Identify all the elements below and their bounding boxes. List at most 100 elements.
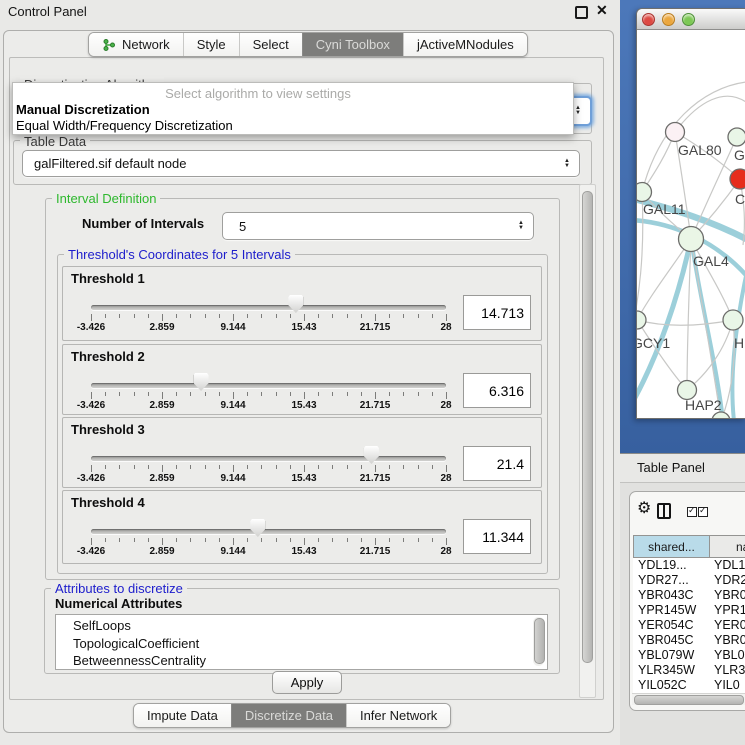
slider-major-tick <box>233 314 234 321</box>
table-cell[interactable]: YIL052C <box>638 678 687 693</box>
settings-scrollbar[interactable] <box>579 184 596 698</box>
slider-minor-tick <box>361 465 362 469</box>
tab-network[interactable]: Network <box>89 33 183 56</box>
dropdown-option-equal-width[interactable]: Equal Width/Frequency Discretization <box>16 118 233 133</box>
tab-style[interactable]: Style <box>183 33 239 56</box>
slider-track[interactable] <box>91 383 446 388</box>
node-table[interactable]: shared... na YDL19...YDL1YDR27...YDR2YBR… <box>633 535 745 699</box>
slider-tick-label: -3.426 <box>77 400 105 411</box>
network-canvas[interactable]: GAL80G.CGAL11GAL4GCY1HHAP2 <box>637 30 745 418</box>
slider-track[interactable] <box>91 456 446 461</box>
table-hscrollbar[interactable] <box>632 693 745 705</box>
slider-handle[interactable] <box>288 295 303 313</box>
slider-minor-tick <box>119 314 120 318</box>
table-cell[interactable]: YBR045C <box>638 633 694 648</box>
table-cell[interactable]: YBR0 <box>714 588 745 603</box>
attributes-scrollbar[interactable] <box>533 617 544 666</box>
table-header-row: shared... na <box>633 535 745 557</box>
dropdown-option-manual[interactable]: Manual Discretization <box>16 102 150 117</box>
table-cell[interactable]: YDR2 <box>714 573 745 588</box>
network-node[interactable] <box>637 183 652 202</box>
slider-handle[interactable] <box>250 519 265 537</box>
network-edge[interactable] <box>637 320 733 325</box>
table-cell[interactable]: YDL19... <box>638 558 687 573</box>
list-item[interactable]: SelfLoops <box>73 617 131 634</box>
table-cell[interactable]: YBR043C <box>638 588 694 603</box>
table-cell[interactable]: YPR1 <box>714 603 745 618</box>
close-traffic-light[interactable] <box>642 13 655 26</box>
table-cell[interactable]: YDR27... <box>638 573 689 588</box>
table-cell[interactable]: YBR0 <box>714 633 745 648</box>
cyni-mode-tabbar: Impute Data Discretize Data Infer Networ… <box>133 703 451 728</box>
table-data-combobox[interactable]: galFiltered.sif default node ▲▼ <box>22 150 580 177</box>
slider-minor-tick <box>105 538 106 542</box>
tab-infer-network[interactable]: Infer Network <box>346 704 450 727</box>
slider-tick-label: -3.426 <box>77 473 105 484</box>
slider-minor-tick <box>205 538 206 542</box>
scrollbar-thumb[interactable] <box>582 191 593 663</box>
slider-minor-tick <box>219 392 220 396</box>
table-cell[interactable]: YIL0 <box>714 678 740 693</box>
slider-minor-tick <box>290 538 291 542</box>
threshold-value-field[interactable]: 11.344 <box>463 519 531 554</box>
tab-select[interactable]: Select <box>239 33 302 56</box>
combo-arrows-icon: ▲▼ <box>575 106 581 116</box>
network-node[interactable] <box>679 227 704 252</box>
table-cell[interactable]: YER054C <box>638 618 694 633</box>
table-cell[interactable]: YBL0 <box>714 648 745 663</box>
threshold-value-field[interactable]: 21.4 <box>463 446 531 481</box>
numerical-attributes-list[interactable]: SelfLoopsTopologicalCoefficientBetweenne… <box>55 614 548 670</box>
checkbox-icon[interactable] <box>687 507 697 517</box>
slider-major-tick <box>233 392 234 399</box>
slider-major-tick <box>162 538 163 545</box>
slider-handle[interactable] <box>194 373 209 391</box>
threshold-value-field[interactable]: 14.713 <box>463 295 531 330</box>
num-intervals-label: Number of Intervals <box>82 216 204 231</box>
table-cell[interactable]: YLR3 <box>714 663 745 678</box>
table-cell[interactable]: YPR145W <box>638 603 696 618</box>
slider-minor-tick <box>361 392 362 396</box>
table-cell[interactable]: YDL1 <box>714 558 745 573</box>
threshold-value-field[interactable]: 6.316 <box>463 373 531 408</box>
gear-icon[interactable]: ⚙ <box>637 501 651 517</box>
threshold-panel: Threshold 3-3.4262.8599.14415.4321.71528… <box>62 417 542 488</box>
network-edge[interactable] <box>642 132 675 192</box>
table-cell[interactable]: YBL079W <box>638 648 694 663</box>
slider-major-tick <box>162 392 163 399</box>
tab-cyni-toolbox[interactable]: Cyni Toolbox <box>302 33 403 56</box>
network-node[interactable] <box>730 169 745 189</box>
slider-handle[interactable] <box>364 446 379 464</box>
num-intervals-spinner[interactable]: 5 ▲▼ <box>222 212 534 240</box>
table-cell[interactable]: YER0 <box>714 618 745 633</box>
tab-impute-data[interactable]: Impute Data <box>134 704 231 727</box>
network-node[interactable] <box>728 128 745 146</box>
column-header-shared-name[interactable]: shared... <box>633 535 710 558</box>
column-header-name[interactable]: na <box>709 535 745 558</box>
apply-button[interactable]: Apply <box>272 671 342 694</box>
hscrollbar-thumb[interactable] <box>634 695 744 705</box>
slider-track[interactable] <box>91 529 446 534</box>
tab-jactivemnodules[interactable]: jActiveMNodules <box>403 33 527 56</box>
minimize-traffic-light[interactable] <box>662 13 675 26</box>
network-node[interactable] <box>666 123 685 142</box>
slider-track[interactable] <box>91 305 446 310</box>
network-node[interactable] <box>723 310 743 330</box>
tab-discretize-data[interactable]: Discretize Data <box>231 704 346 727</box>
threshold-coordinates-title: Threshold's Coordinates for 5 Intervals <box>64 247 295 262</box>
slider-minor-tick <box>276 392 277 396</box>
slider-minor-tick <box>318 538 319 542</box>
slider-minor-tick <box>418 538 419 542</box>
slider-minor-tick <box>190 314 191 318</box>
list-item[interactable]: BetweennessCentrality <box>73 652 206 669</box>
zoom-traffic-light[interactable] <box>682 13 695 26</box>
list-item[interactable]: TopologicalCoefficient <box>73 635 199 652</box>
split-columns-icon[interactable] <box>657 503 671 519</box>
slider-minor-tick <box>361 538 362 542</box>
network-window-titlebar[interactable] <box>637 9 745 30</box>
network-node[interactable] <box>637 311 646 329</box>
network-edge[interactable] <box>675 96 745 132</box>
table-cell[interactable]: YLR345W <box>638 663 695 678</box>
close-icon[interactable]: ✕ <box>596 2 608 19</box>
float-window-icon[interactable] <box>575 6 588 19</box>
checkbox-icon[interactable] <box>698 507 708 517</box>
